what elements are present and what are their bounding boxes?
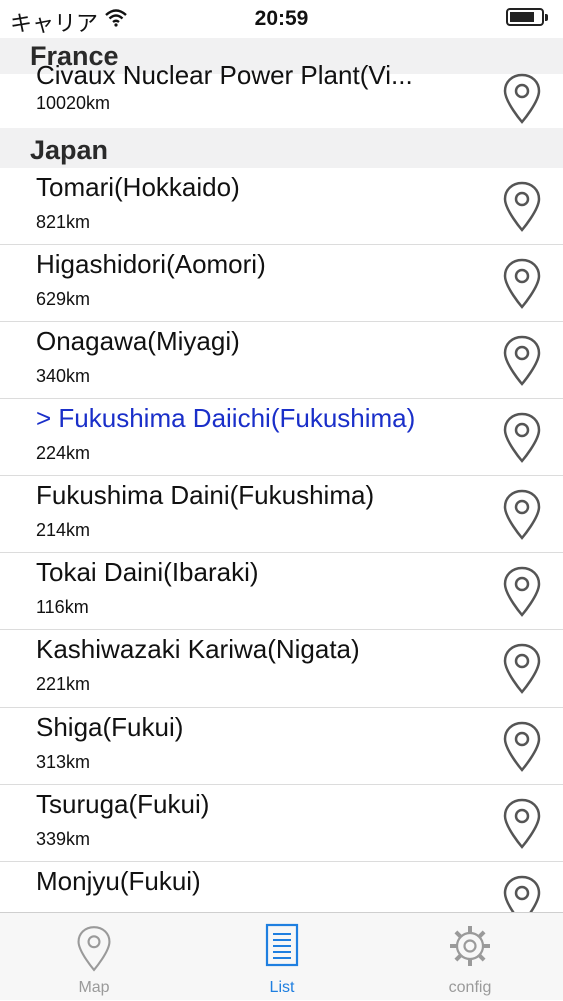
plant-name: Shiga(Fukui): [36, 712, 184, 742]
plant-distance: 313km: [36, 752, 91, 772]
plant-distance: 340km: [36, 366, 91, 386]
plant-name: Civaux Nuclear Power Plant(Vi...: [36, 60, 413, 90]
plant-distance: 10020km: [36, 93, 111, 113]
map-pin-icon[interactable]: [500, 488, 544, 542]
list-item[interactable]: Tokai Daini(Ibaraki) 116km: [0, 553, 563, 630]
list-item[interactable]: Kashiwazaki Kariwa(Nigata) 221km: [0, 630, 563, 708]
list-item[interactable]: Shiga(Fukui) 313km: [0, 708, 563, 785]
status-bar: キャリア 20:59: [0, 0, 563, 38]
plant-list[interactable]: 10234km France Civaux Nuclear Power Plan…: [0, 0, 563, 912]
list-item-selected[interactable]: > Fukushima Daiichi(Fukushima) 224km: [0, 399, 563, 476]
map-pin-icon[interactable]: [500, 257, 544, 311]
map-pin-icon[interactable]: [500, 72, 544, 126]
list-item[interactable]: Onagawa(Miyagi) 340km: [0, 322, 563, 399]
tab-map[interactable]: Map: [0, 913, 188, 1001]
map-pin-icon[interactable]: [500, 797, 544, 851]
list-item[interactable]: Monjyu(Fukui): [0, 862, 563, 912]
tab-label: Map: [78, 979, 110, 996]
section-header-japan: Japan: [0, 128, 563, 168]
plant-distance: 221km: [36, 674, 91, 694]
plant-distance: 116km: [36, 597, 89, 617]
map-pin-icon[interactable]: [500, 565, 544, 619]
gear-icon: [450, 926, 490, 966]
list-item[interactable]: Civaux Nuclear Power Plant(Vi... 10020km: [0, 60, 563, 128]
plant-name: Tomari(Hokkaido): [36, 172, 240, 202]
plant-name: Fukushima Daini(Fukushima): [36, 480, 375, 510]
status-time: 20:59: [254, 7, 309, 30]
plant-distance: 339km: [36, 829, 91, 849]
plant-distance: 629km: [36, 289, 91, 309]
tab-label: List: [269, 979, 295, 996]
plant-name: Higashidori(Aomori): [36, 249, 266, 279]
plant-name: > Fukushima Daiichi(Fukushima): [36, 403, 416, 433]
map-pin-icon[interactable]: [500, 874, 544, 912]
list-item[interactable]: Higashidori(Aomori) 629km: [0, 245, 563, 322]
plant-distance: 214km: [36, 520, 91, 540]
tab-config[interactable]: config: [376, 913, 563, 1001]
map-pin-icon[interactable]: [500, 334, 544, 388]
list-item[interactable]: Fukushima Daini(Fukushima) 214km: [0, 476, 563, 553]
plant-name: Monjyu(Fukui): [36, 866, 201, 896]
plant-distance: 821km: [36, 212, 91, 232]
tab-list[interactable]: List: [188, 913, 376, 1001]
plant-distance: 224km: [36, 443, 91, 463]
plant-name: Tsuruga(Fukui): [36, 789, 210, 819]
list-icon: [265, 923, 299, 967]
plant-name: Onagawa(Miyagi): [36, 326, 240, 356]
map-pin-icon[interactable]: [500, 720, 544, 774]
tab-label: config: [448, 979, 492, 996]
plant-name: Tokai Daini(Ibaraki): [36, 557, 259, 587]
plant-name: Kashiwazaki Kariwa(Nigata): [36, 634, 360, 664]
map-pin-icon[interactable]: [500, 180, 544, 234]
map-pin-icon[interactable]: [500, 411, 544, 465]
list-item[interactable]: Tsuruga(Fukui) 339km: [0, 785, 563, 862]
battery-icon: [506, 8, 548, 26]
map-pin-icon[interactable]: [500, 642, 544, 696]
tab-bar: Map List config: [0, 912, 563, 1000]
map-pin-icon: [77, 926, 111, 972]
list-item[interactable]: Tomari(Hokkaido) 821km: [0, 168, 563, 245]
